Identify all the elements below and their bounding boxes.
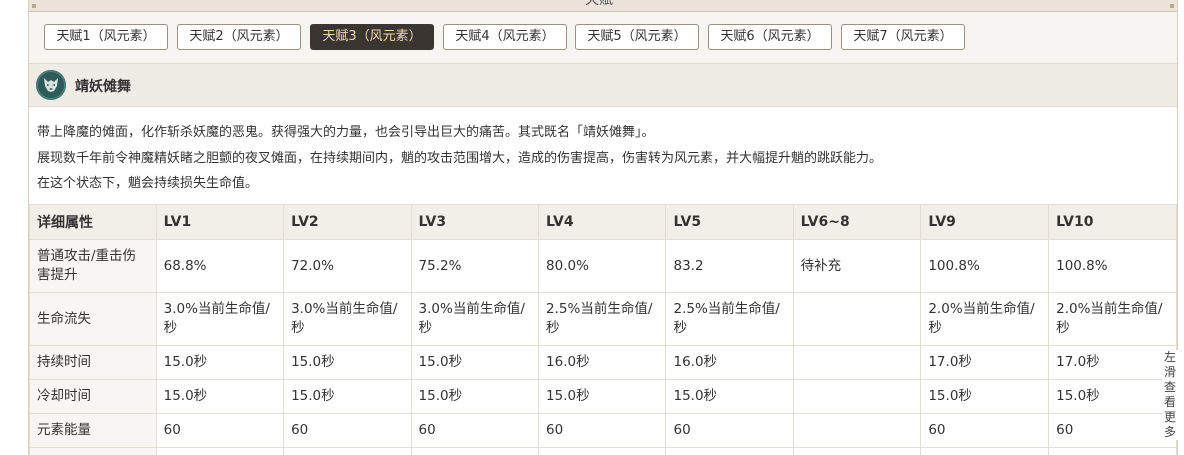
column-header: LV3 [410, 204, 540, 240]
table-cell: 待补充 [792, 239, 922, 293]
table-header-row: 详细属性 LV1 LV2 LV3 LV4 LV5 LV6~8 LV9 LV10 [29, 204, 1177, 240]
table-row: 冷却时间 15.0秒 15.0秒 15.0秒 15.0秒 15.0秒 15.0秒… [29, 379, 1177, 414]
table-cell: 60 [155, 413, 285, 448]
table-cell: 72.0% [283, 239, 412, 293]
table-cell: 75.2% [410, 239, 540, 293]
column-header: 详细属性 [29, 204, 157, 240]
yaksha-mask-icon [36, 70, 66, 100]
column-header: LV9 [920, 204, 1050, 240]
talent-tabs: 天赋1（风元素） 天赋2（风元素） 天赋3（风元素） 天赋4（风元素） 天赋5（… [29, 12, 1177, 63]
skill-description: 带上降魔的傩面，化作斩杀妖魔的恶鬼。获得强大的力量，也会引导出巨大的痛苦。其式既… [37, 120, 1167, 197]
table-cell: 100.8% [920, 239, 1050, 293]
row-label: 生命流失 [29, 292, 157, 346]
talent-panel: 天赋 天赋1（风元素） 天赋2（风元素） 天赋3（风元素） 天赋4（风元素） 天… [28, 0, 1178, 455]
scroll-hint-char: 多 [1163, 425, 1176, 439]
column-header: LV4 [538, 204, 667, 240]
table-cell: 2.0%当前生命值/秒 [1048, 292, 1177, 346]
table-cell: 15.0秒 [1048, 379, 1177, 414]
table-cell: 15.0秒 [538, 379, 667, 414]
row-label: 普通攻击/重击伤害提升 [29, 239, 157, 293]
table-cell [792, 345, 922, 380]
tab-talent-2[interactable]: 天赋2（风元素） [177, 24, 301, 50]
table-cell: 17.0秒 [920, 345, 1050, 380]
tab-talent-6[interactable]: 天赋6（风元素） [708, 24, 832, 50]
table-cell [792, 292, 922, 346]
table-cell: 60 [920, 413, 1050, 448]
table-cell: 100.8% [1048, 239, 1177, 293]
table-cell: 2.5%当前生命值/秒 [538, 292, 667, 346]
table-cell [283, 447, 412, 455]
corner-ornament-left [32, 4, 36, 8]
table-cell [792, 413, 922, 448]
table-cell: 3.0%当前生命值/秒 [155, 292, 285, 346]
table-cell: 16.0秒 [538, 345, 667, 380]
table-cell [1048, 447, 1177, 455]
scroll-hint-char: 滑 [1163, 365, 1176, 379]
description-line-1: 带上降魔的傩面，化作斩杀妖魔的恶鬼。获得强大的力量，也会引导出巨大的痛苦。其式既… [37, 125, 655, 140]
scroll-hint-char: 查 [1163, 380, 1176, 394]
scroll-hint-char: 看 [1163, 395, 1176, 409]
table-cell [792, 447, 922, 455]
table-row: 普通攻击/重击伤害提升 68.8% 72.0% 75.2% 80.0% 83.2… [29, 239, 1177, 293]
table-cell: 80.0% [538, 239, 667, 293]
table-cell: 15.0秒 [155, 379, 285, 414]
table-cell: 2.0%当前生命值/秒 [920, 292, 1050, 346]
table-row [29, 447, 1177, 455]
column-header: LV10 [1048, 204, 1177, 240]
skill-name: 靖妖傩舞 [75, 79, 131, 95]
table-cell: 16.0秒 [665, 345, 794, 380]
scroll-hint-char: 更 [1163, 410, 1176, 424]
table-row: 生命流失 3.0%当前生命值/秒 3.0%当前生命值/秒 3.0%当前生命值/秒… [29, 292, 1177, 346]
tab-talent-5[interactable]: 天赋5（风元素） [575, 24, 699, 50]
table-cell: 3.0%当前生命值/秒 [283, 292, 412, 346]
table-cell [155, 447, 285, 455]
column-header: LV1 [155, 204, 285, 240]
table-cell [792, 379, 922, 414]
table-cell: 15.0秒 [410, 379, 540, 414]
scroll-hint-char: 左 [1163, 350, 1176, 364]
table-cell: 60 [1048, 413, 1177, 448]
table-cell: 15.0秒 [283, 345, 412, 380]
table-row: 元素能量 60 60 60 60 60 60 60 [29, 413, 1177, 448]
table-cell: 15.0秒 [920, 379, 1050, 414]
skill-header: 靖妖傩舞 [29, 63, 1177, 107]
table-cell: 83.2 [665, 239, 794, 293]
table-cell: 2.5%当前生命值/秒 [665, 292, 794, 346]
table-cell [665, 447, 794, 455]
table-cell [920, 447, 1050, 455]
row-label: 元素能量 [29, 413, 157, 448]
column-header: LV6~8 [792, 204, 922, 240]
table-cell: 3.0%当前生命值/秒 [410, 292, 540, 346]
description-line-3: 在这个状态下，魈会持续损失生命值。 [37, 176, 259, 191]
skill-stats-table: 详细属性 LV1 LV2 LV3 LV4 LV5 LV6~8 LV9 LV10 … [29, 204, 1177, 455]
tab-talent-3[interactable]: 天赋3（风元素） [310, 24, 434, 50]
table-cell: 15.0秒 [155, 345, 285, 380]
table-cell: 15.0秒 [283, 379, 412, 414]
table-cell: 60 [410, 413, 540, 448]
column-header: LV5 [665, 204, 794, 240]
row-label: 冷却时间 [29, 379, 157, 414]
column-header: LV2 [283, 204, 412, 240]
tab-talent-7[interactable]: 天赋7（风元素） [841, 24, 965, 50]
table-cell [538, 447, 667, 455]
table-cell: 68.8% [155, 239, 285, 293]
section-title: 天赋 [585, 0, 613, 8]
table-cell: 17.0秒 [1048, 345, 1177, 380]
table-cell: 60 [283, 413, 412, 448]
row-label: 持续时间 [29, 345, 157, 380]
scroll-hint: 左滑查看更多 [1162, 350, 1178, 440]
tab-talent-1[interactable]: 天赋1（风元素） [44, 24, 168, 50]
description-line-2: 展现数千年前令神魔精妖睹之胆颤的夜叉傩面，在持续期间内，魈的攻击范围增大，造成的… [37, 150, 883, 166]
table-cell: 15.0秒 [665, 379, 794, 414]
tab-talent-4[interactable]: 天赋4（风元素） [443, 24, 567, 50]
section-header: 天赋 [29, 0, 1177, 12]
table-row: 持续时间 15.0秒 15.0秒 15.0秒 16.0秒 16.0秒 17.0秒… [29, 345, 1177, 380]
row-label [29, 447, 157, 455]
table-cell [410, 447, 540, 455]
corner-ornament-right [1170, 4, 1174, 8]
table-cell: 60 [538, 413, 667, 448]
table-cell: 60 [665, 413, 794, 448]
table-cell: 15.0秒 [410, 345, 540, 380]
